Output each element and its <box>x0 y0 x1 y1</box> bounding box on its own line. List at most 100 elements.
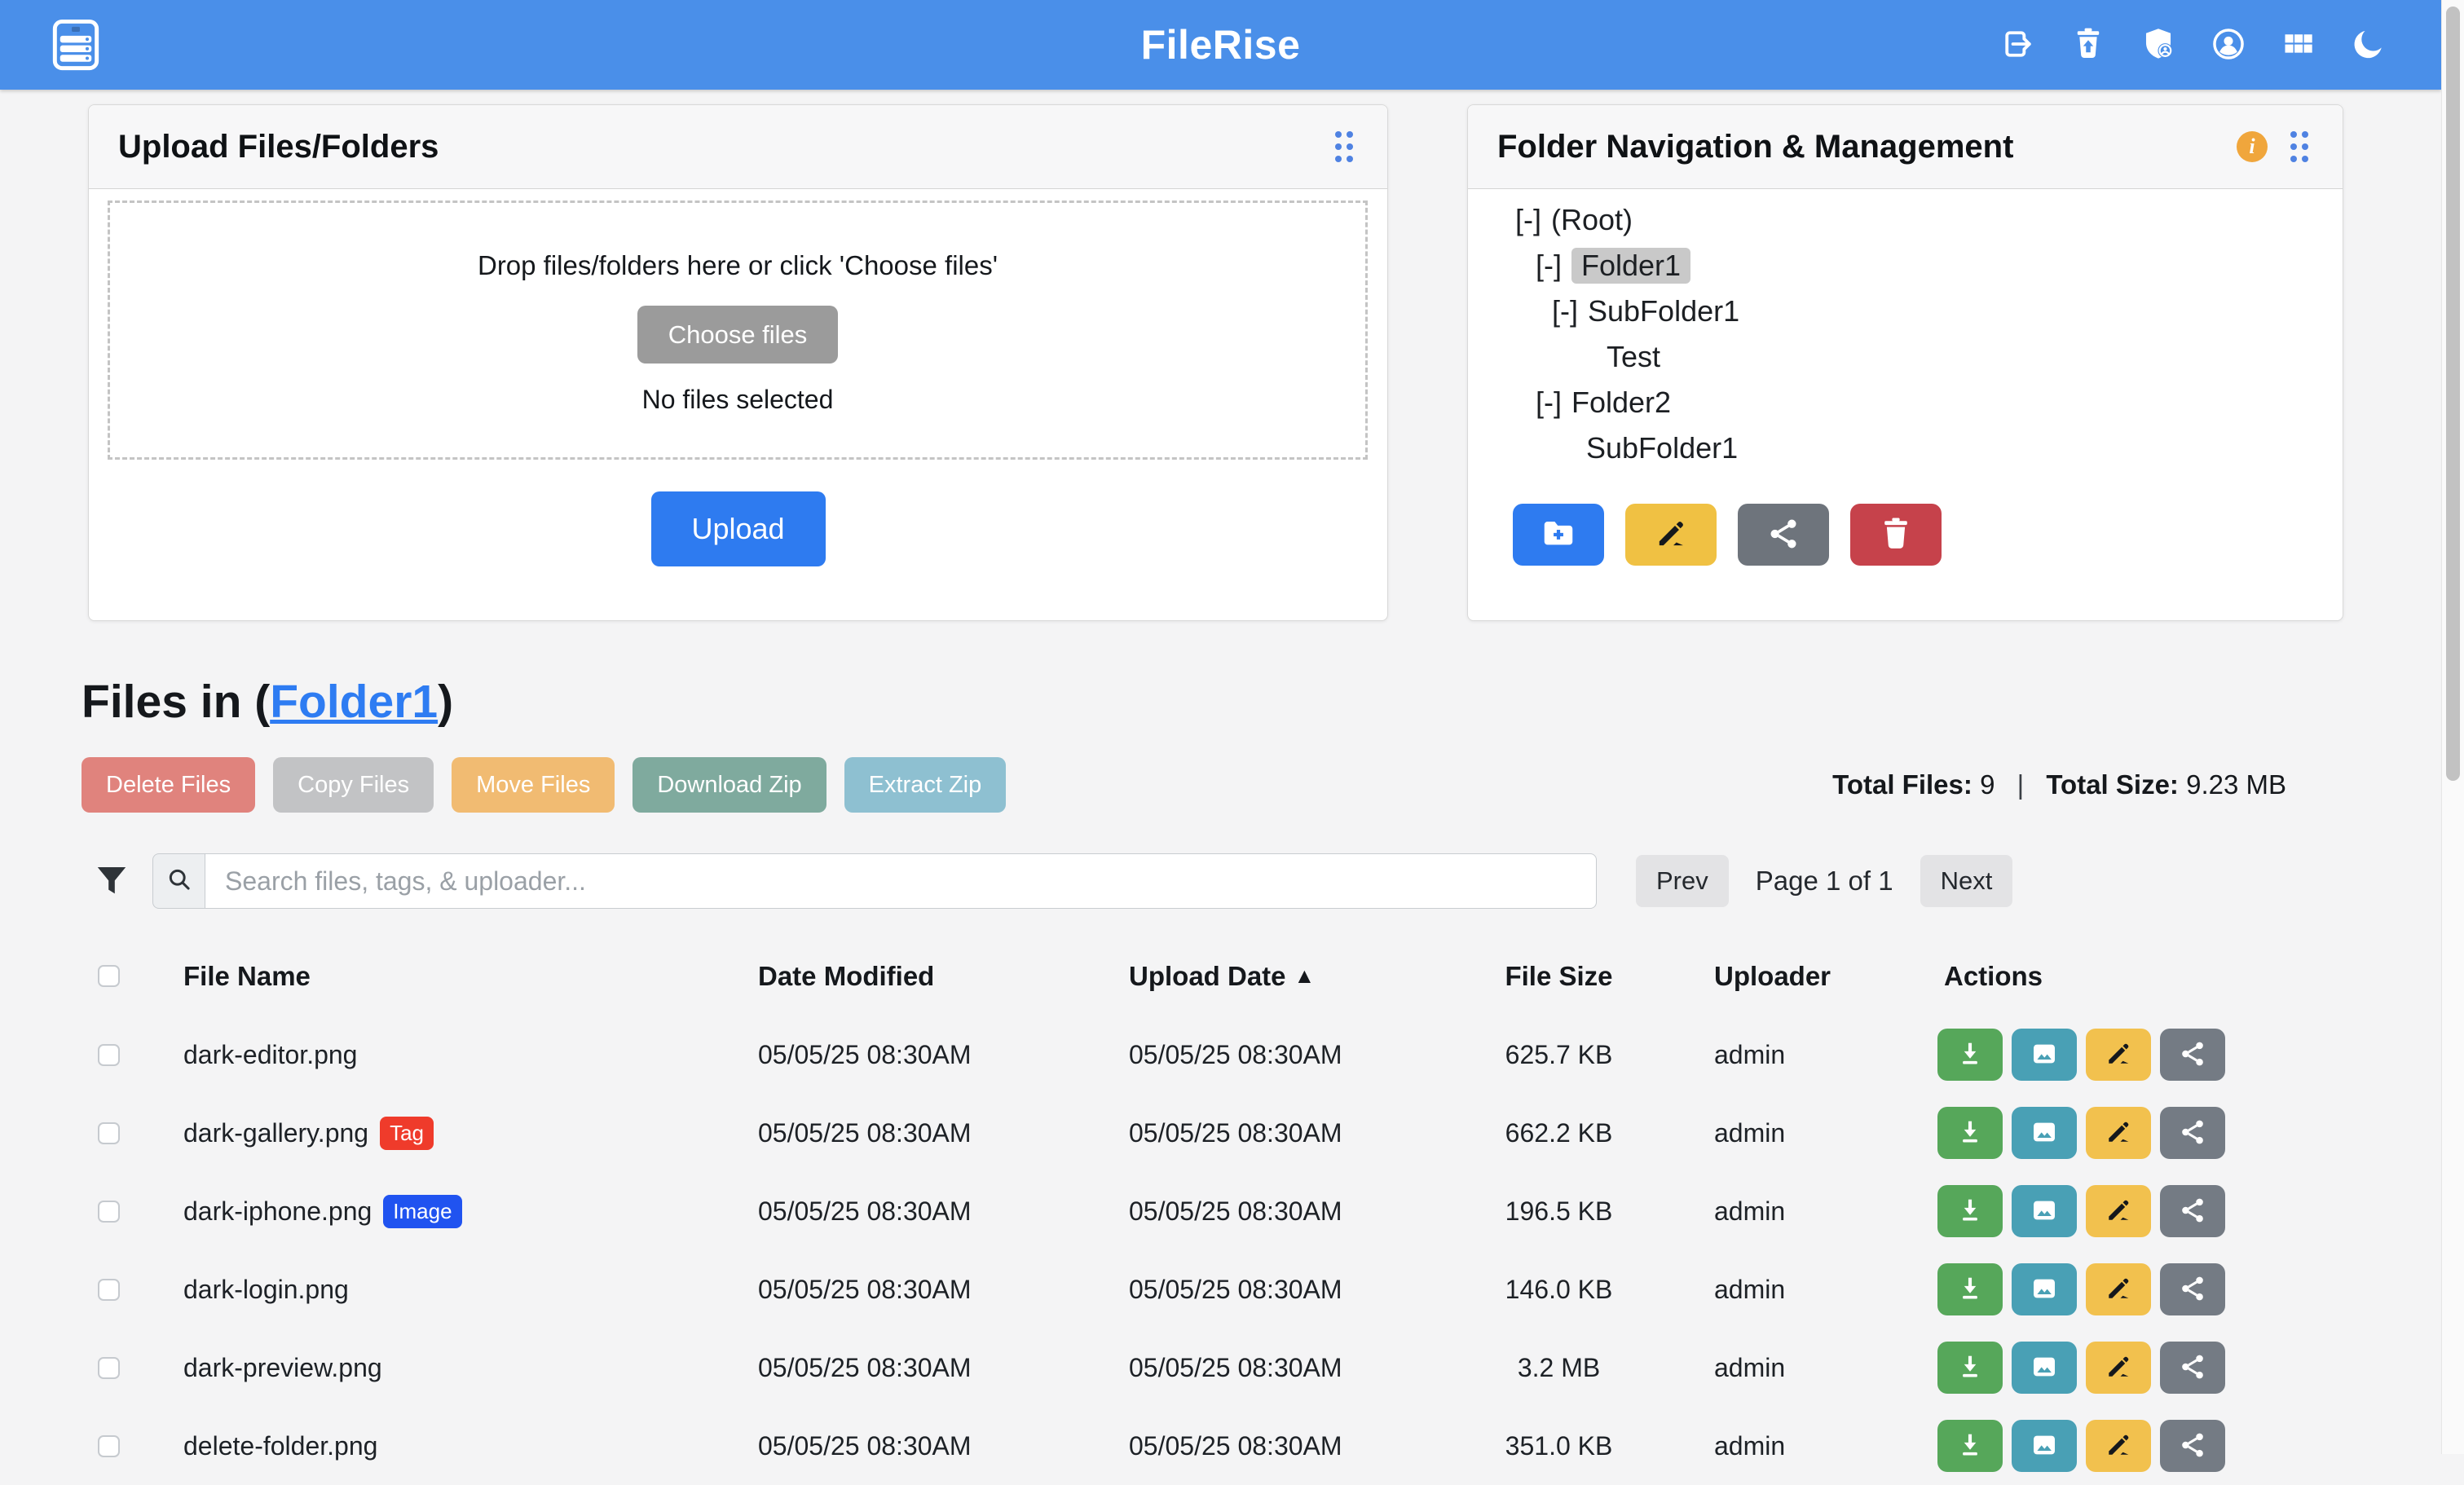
table-header: File Name Date Modified Upload Date ▲ Fi… <box>0 945 2396 1007</box>
folder-info-icon[interactable]: i <box>2237 131 2268 162</box>
table-row: delete-folder.png05/05/25 08:30AM05/05/2… <box>0 1407 2396 1485</box>
choose-files-button[interactable]: Choose files <box>637 306 838 364</box>
tree-toggle[interactable]: [-] <box>1536 249 1562 283</box>
row-checkbox[interactable] <box>98 1435 120 1457</box>
share-folder-button[interactable] <box>1738 504 1829 566</box>
drag-handle-icon[interactable] <box>2285 127 2313 166</box>
preview-file-button[interactable] <box>2012 1029 2077 1081</box>
date-modified: 05/05/25 08:30AM <box>758 1196 1129 1227</box>
row-checkbox[interactable] <box>98 1044 120 1066</box>
preview-file-button[interactable] <box>2012 1107 2077 1159</box>
folder-totals: Total Files: 9 | Total Size: 9.23 MB <box>1832 769 2286 800</box>
folder-name[interactable]: (Root) <box>1551 203 1633 237</box>
funnel-icon <box>92 890 131 902</box>
date-modified: 05/05/25 08:30AM <box>758 1040 1129 1070</box>
download-icon <box>1955 1430 1986 1463</box>
tree-toggle[interactable]: [-] <box>1552 294 1578 328</box>
preview-file-button[interactable] <box>2012 1185 2077 1237</box>
prev-page-button[interactable]: Prev <box>1636 855 1729 907</box>
tag-badge: Tag <box>380 1117 434 1150</box>
preview-file-button[interactable] <box>2012 1420 2077 1472</box>
folder-tree-item[interactable]: SubFolder1 <box>1468 425 2343 471</box>
folder-tree-item[interactable]: [-] Folder2 <box>1468 380 2343 425</box>
row-checkbox[interactable] <box>98 1279 120 1301</box>
folder-card-header: Folder Navigation & Management i <box>1468 105 2343 189</box>
download-zip-button[interactable]: Download Zip <box>633 757 826 813</box>
move-files-button[interactable]: Move Files <box>452 757 615 813</box>
copy-files-button[interactable]: Copy Files <box>273 757 434 813</box>
folder-name[interactable]: SubFolder1 <box>1588 294 1739 328</box>
col-upload-date[interactable]: Upload Date ▲ <box>1129 961 1488 992</box>
filter-button[interactable] <box>91 861 132 901</box>
edit-file-button[interactable] <box>2086 1029 2151 1081</box>
edit-file-button[interactable] <box>2086 1185 2151 1237</box>
folder-name[interactable]: Folder2 <box>1571 386 1671 420</box>
folder-card-title: Folder Navigation & Management <box>1497 129 2013 165</box>
current-folder-link[interactable]: Folder1 <box>270 676 438 728</box>
upload-card: Upload Files/Folders Drop files/folders … <box>88 104 1388 621</box>
sign-out-icon <box>2000 26 2036 64</box>
view-switch-button[interactable] <box>2280 26 2317 64</box>
select-all-checkbox[interactable] <box>98 965 120 987</box>
share-file-button[interactable] <box>2160 1107 2225 1159</box>
folder-tree-item[interactable]: [-] Folder1 <box>1468 243 2343 289</box>
download-file-button[interactable] <box>1937 1029 2003 1081</box>
edit-file-button[interactable] <box>2086 1107 2151 1159</box>
sign-out-button[interactable] <box>1999 26 2037 64</box>
download-file-button[interactable] <box>1937 1107 2003 1159</box>
preview-file-button[interactable] <box>2012 1263 2077 1315</box>
scrollbar-thumb[interactable] <box>2446 7 2460 781</box>
table-row: dark-gallery.pngTag05/05/25 08:30AM05/05… <box>0 1094 2396 1172</box>
col-file-size[interactable]: File Size <box>1488 961 1630 992</box>
delete-files-button[interactable]: Delete Files <box>82 757 255 813</box>
preview-file-button[interactable] <box>2012 1342 2077 1394</box>
preview-icon <box>2029 1430 2060 1463</box>
share-file-button[interactable] <box>2160 1342 2225 1394</box>
download-file-button[interactable] <box>1937 1342 2003 1394</box>
edit-file-button[interactable] <box>2086 1420 2151 1472</box>
download-file-button[interactable] <box>1937 1263 2003 1315</box>
folder-name[interactable]: Folder1 <box>1571 248 1690 284</box>
row-checkbox[interactable] <box>98 1201 120 1223</box>
edit-file-button[interactable] <box>2086 1342 2151 1394</box>
share-icon <box>2177 1038 2208 1072</box>
rename-folder-button[interactable] <box>1625 504 1717 566</box>
col-uploader[interactable]: Uploader <box>1630 961 1932 992</box>
share-file-button[interactable] <box>2160 1263 2225 1315</box>
tree-toggle[interactable]: [-] <box>1515 203 1541 237</box>
file-dropzone[interactable]: Drop files/folders here or click 'Choose… <box>108 200 1368 460</box>
folder-tree-item[interactable]: Test <box>1468 334 2343 380</box>
extract-zip-button[interactable]: Extract Zip <box>844 757 1007 813</box>
file-size: 625.7 KB <box>1488 1040 1630 1070</box>
next-page-button[interactable]: Next <box>1920 855 2013 907</box>
edit-file-button[interactable] <box>2086 1263 2151 1315</box>
row-checkbox[interactable] <box>98 1357 120 1379</box>
create-folder-button[interactable] <box>1513 504 1604 566</box>
col-date-modified[interactable]: Date Modified <box>758 961 1129 992</box>
tree-toggle[interactable]: [-] <box>1536 386 1562 420</box>
search-input[interactable] <box>205 853 1597 909</box>
heading-prefix: Files in ( <box>82 676 270 728</box>
share-file-button[interactable] <box>2160 1029 2225 1081</box>
uploader: admin <box>1630 1196 1932 1227</box>
folder-name[interactable]: Test <box>1607 340 1660 374</box>
folder-tree-item[interactable]: [-] SubFolder1 <box>1468 289 2343 334</box>
row-checkbox[interactable] <box>98 1122 120 1144</box>
row-actions <box>1932 1029 2396 1081</box>
col-file-name[interactable]: File Name <box>183 961 758 992</box>
download-file-button[interactable] <box>1937 1420 2003 1472</box>
drag-handle-icon[interactable] <box>1330 127 1358 166</box>
trash-restore-button[interactable] <box>2069 26 2107 64</box>
dark-mode-toggle[interactable] <box>2350 26 2387 64</box>
download-file-button[interactable] <box>1937 1185 2003 1237</box>
scrollbar-track[interactable] <box>2441 0 2464 1454</box>
share-file-button[interactable] <box>2160 1185 2225 1237</box>
admin-panel-button[interactable] <box>2140 26 2177 64</box>
folder-tree-item[interactable]: [-] (Root) <box>1468 197 2343 243</box>
folder-name[interactable]: SubFolder1 <box>1586 431 1738 465</box>
share-file-button[interactable] <box>2160 1420 2225 1472</box>
upload-date: 05/05/25 08:30AM <box>1129 1431 1488 1461</box>
user-profile-button[interactable] <box>2210 26 2247 64</box>
upload-button[interactable]: Upload <box>651 491 826 566</box>
delete-folder-button[interactable] <box>1850 504 1942 566</box>
